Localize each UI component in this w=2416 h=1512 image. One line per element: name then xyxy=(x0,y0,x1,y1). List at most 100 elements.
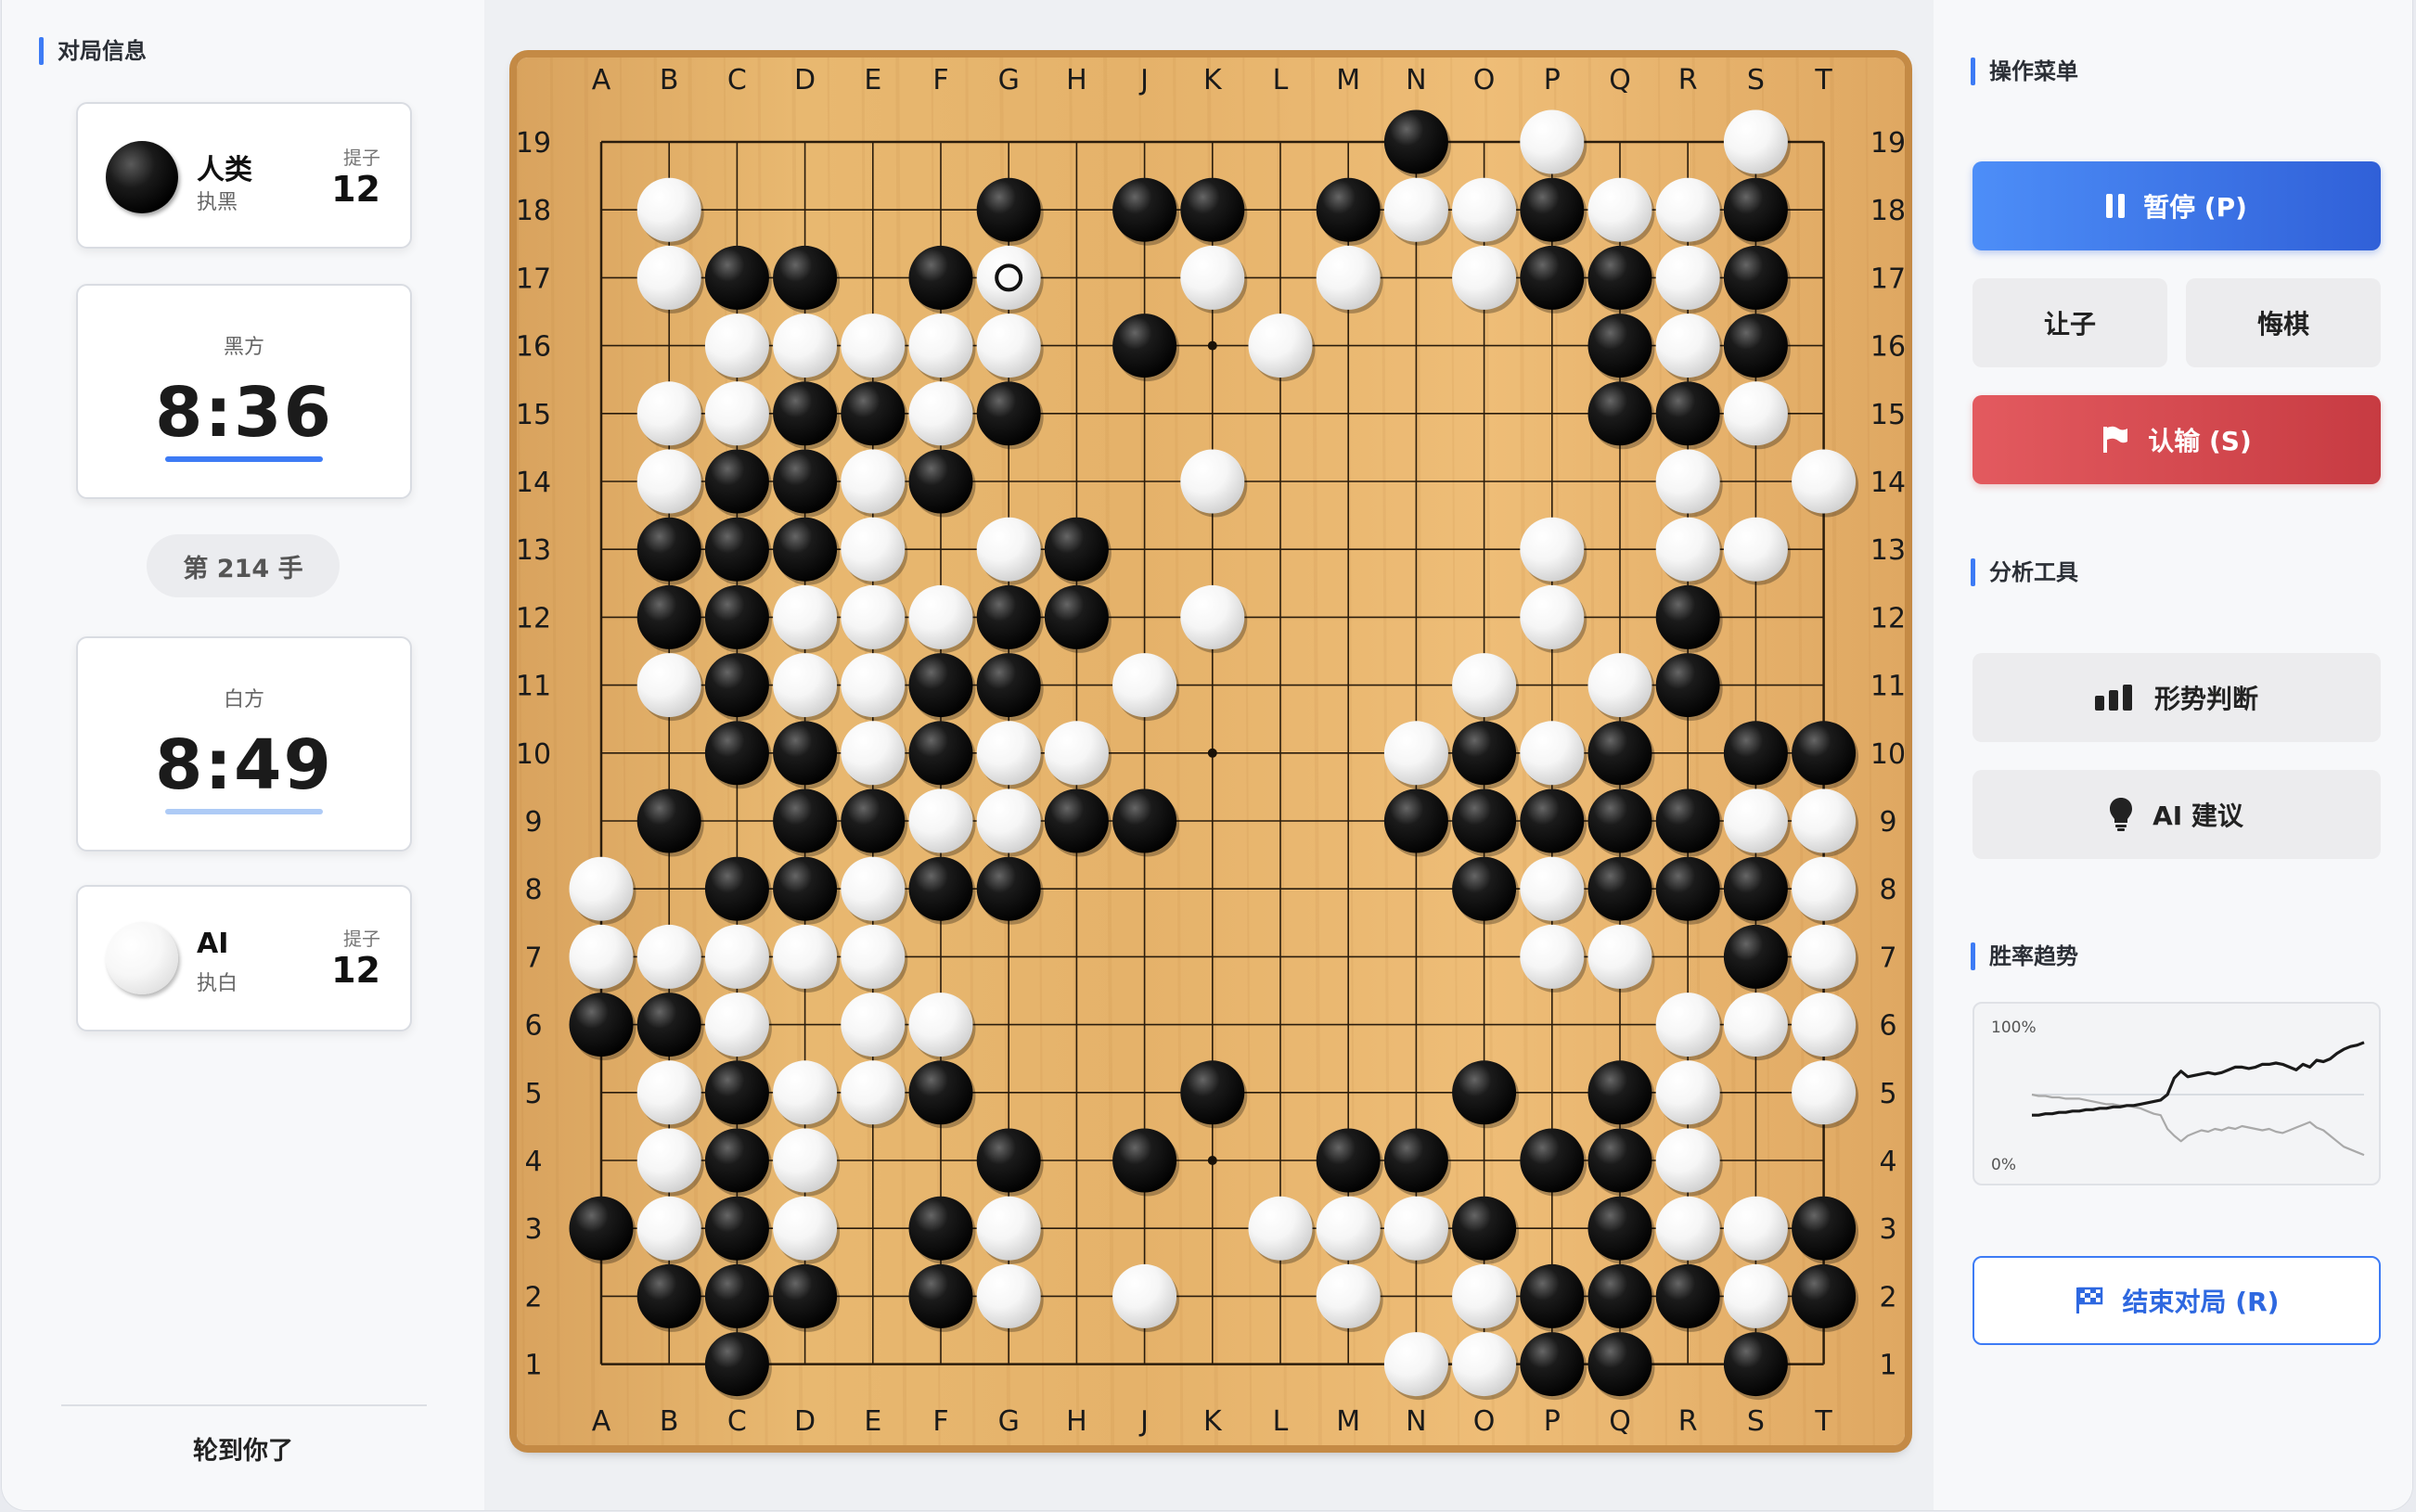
black-stone xyxy=(1112,788,1180,857)
row-label: 17 xyxy=(517,263,551,295)
black-stone xyxy=(908,1060,976,1129)
row-label: 14 xyxy=(517,467,551,499)
black-stone xyxy=(1452,788,1520,857)
black-stone xyxy=(1452,721,1520,789)
row-label: 12 xyxy=(1870,602,1905,634)
black-stone xyxy=(704,1128,772,1197)
black-stone xyxy=(1316,1128,1383,1197)
black-stone xyxy=(908,721,976,789)
white-stone xyxy=(1316,1196,1383,1264)
column-label: H xyxy=(1066,1405,1087,1438)
column-label: M xyxy=(1336,64,1360,96)
row-label: 6 xyxy=(524,1010,542,1043)
move-counter: 第 214 手 xyxy=(147,534,340,597)
clock-label: 黑方 xyxy=(223,336,264,359)
white-stone xyxy=(773,584,841,653)
end-game-button[interactable]: 结束对局 (R) xyxy=(1973,1256,2381,1345)
ai-hint-button[interactable]: AI 建议 xyxy=(1973,770,2381,859)
column-label: C xyxy=(727,64,747,96)
column-label: J xyxy=(1138,64,1149,96)
black-stone xyxy=(1655,653,1723,722)
white-stone xyxy=(1383,1196,1451,1264)
checkered-flag-icon xyxy=(2075,1287,2102,1313)
white-stone xyxy=(1383,177,1451,246)
black-stone xyxy=(704,1263,772,1332)
black-stone xyxy=(1792,1263,1859,1332)
black-stone xyxy=(1520,1128,1587,1197)
white-stone xyxy=(1180,584,1248,653)
black-stone xyxy=(908,653,976,722)
white-stone xyxy=(1316,1263,1383,1332)
black-stone xyxy=(1112,177,1180,246)
row-label: 8 xyxy=(1879,874,1896,906)
white-stone xyxy=(1655,517,1723,585)
pause-button[interactable]: 暂停 (P) xyxy=(1973,161,2381,250)
black-stone xyxy=(1044,584,1112,653)
column-label: N xyxy=(1406,64,1426,96)
black-stone xyxy=(1655,788,1723,857)
white-stone xyxy=(569,856,636,925)
winrate-chart: 100% 0% xyxy=(1973,1002,2381,1185)
black-stone xyxy=(976,856,1044,925)
analysis-title: 分析工具 xyxy=(1971,558,2078,586)
menu-title: 操作菜单 xyxy=(1971,58,2078,85)
black-stone xyxy=(1655,381,1723,450)
black-stone xyxy=(1587,314,1655,382)
white-stone xyxy=(1452,653,1520,722)
row-label: 1 xyxy=(524,1350,542,1382)
go-board[interactable]: A A B B C C D D E E F F G G H H J J K K L L M M N N O O P P Q Q R R S S T T 19… xyxy=(517,58,1905,1445)
lightbulb-icon xyxy=(2110,798,2133,831)
black-stone xyxy=(1723,245,1791,314)
column-label: L xyxy=(1273,1405,1289,1438)
black-stone xyxy=(1587,721,1655,789)
star-point xyxy=(1207,340,1217,351)
column-label: A xyxy=(592,1405,611,1438)
star-point xyxy=(1207,1156,1217,1165)
black-stone xyxy=(1383,788,1451,857)
turn-status: 轮到你了 xyxy=(193,1437,293,1466)
column-label: H xyxy=(1066,64,1087,96)
undo-button[interactable]: 悔棋 xyxy=(2186,278,2381,367)
white-stone xyxy=(1587,924,1655,993)
white-stone xyxy=(841,449,908,518)
column-label: D xyxy=(794,1405,816,1438)
white-stone xyxy=(704,993,772,1061)
column-label: Q xyxy=(1609,1405,1631,1438)
column-label: K xyxy=(1203,1405,1223,1438)
evaluate-button[interactable]: 形势判断 xyxy=(1973,653,2381,742)
row-label: 19 xyxy=(1870,127,1905,160)
black-stone xyxy=(1723,721,1791,789)
white-stone xyxy=(1452,1332,1520,1401)
captures-label: 提子 xyxy=(343,928,380,950)
black-stone xyxy=(1520,1332,1587,1401)
black-stone xyxy=(636,1263,704,1332)
series-line-black xyxy=(2032,1041,2365,1117)
column-label: D xyxy=(794,64,816,96)
white-stone xyxy=(1655,1128,1723,1197)
black-stone xyxy=(976,584,1044,653)
black-stone xyxy=(773,517,841,585)
board-grid[interactable]: AABBCCDDEEFFGGHHJJKKLLMMNNOOPPQQRRSSTT19… xyxy=(517,58,1905,1445)
row-label: 4 xyxy=(524,1146,542,1178)
black-stone xyxy=(1112,314,1180,382)
clock-time: 8:36 xyxy=(154,373,334,453)
handicap-button[interactable]: 让子 xyxy=(1973,278,2167,367)
white-stone xyxy=(841,1060,908,1129)
white-stone xyxy=(1655,1060,1723,1129)
white-stone xyxy=(976,245,1044,314)
row-label: 8 xyxy=(524,874,542,906)
resign-button[interactable]: 认输 (S) xyxy=(1973,395,2381,484)
white-stone xyxy=(1452,245,1520,314)
flag-icon xyxy=(2103,426,2128,453)
row-label: 7 xyxy=(524,942,542,974)
white-stone xyxy=(1655,245,1723,314)
black-stone xyxy=(1792,1196,1859,1264)
column-label: S xyxy=(1747,64,1765,96)
black-stone xyxy=(704,1196,772,1264)
black-stone xyxy=(704,245,772,314)
black-stone xyxy=(1587,856,1655,925)
column-label: O xyxy=(1473,1405,1496,1438)
black-stone xyxy=(1112,1128,1180,1197)
white-stone xyxy=(976,1263,1044,1332)
row-label: 13 xyxy=(517,534,551,567)
